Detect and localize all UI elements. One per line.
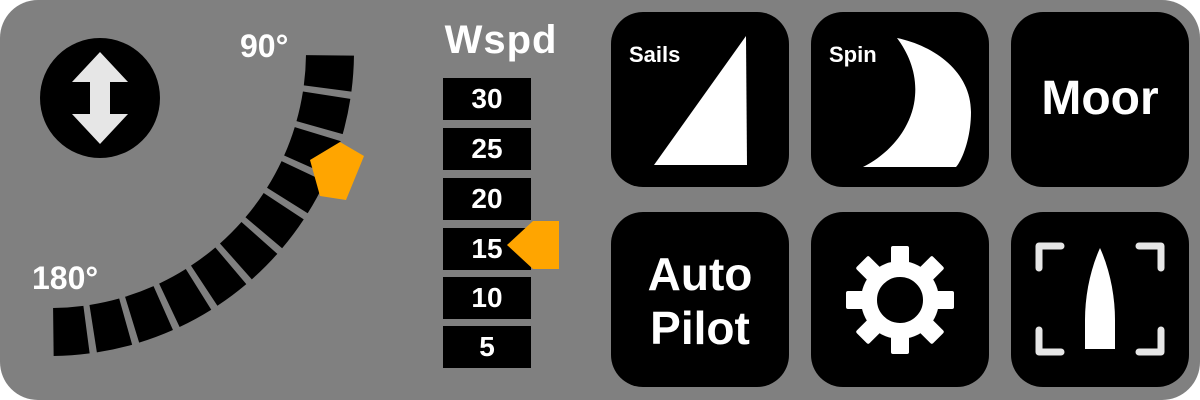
wind-speed-row-25: 25 bbox=[443, 128, 531, 170]
gear-icon bbox=[846, 246, 954, 354]
autopilot-button[interactable]: Auto Pilot bbox=[611, 212, 789, 387]
arc-segment bbox=[53, 305, 90, 356]
arc-segment bbox=[89, 298, 133, 353]
spin-button[interactable]: Spin bbox=[811, 12, 989, 187]
sails-button[interactable]: Sails bbox=[611, 12, 789, 187]
moor-button[interactable]: Moor bbox=[1011, 12, 1189, 187]
wind-speed-title: Wspd bbox=[444, 18, 558, 62]
wind-speed-row-20: 20 bbox=[443, 178, 531, 220]
arc-segments bbox=[53, 55, 354, 356]
wind-speed-row-5: 5 bbox=[443, 326, 531, 368]
wind-speed-row-10: 10 bbox=[443, 277, 531, 319]
wind-speed-pointer bbox=[507, 221, 559, 269]
arc-segment bbox=[303, 55, 354, 92]
autopilot-label-line2: Pilot bbox=[650, 302, 750, 354]
boat-focus-icon bbox=[1035, 242, 1165, 356]
boat-view-button[interactable] bbox=[1011, 212, 1189, 387]
arc-segment bbox=[296, 91, 351, 135]
moor-label: Moor bbox=[1041, 72, 1159, 125]
triangle-sail-icon bbox=[654, 36, 747, 165]
wind-speed-row-30: 30 bbox=[443, 78, 531, 120]
control-panel: 90° 180° Wspd 30 25 20 15 10 5 Sails Spi… bbox=[0, 0, 1200, 400]
autopilot-label-line1: Auto bbox=[647, 248, 753, 300]
spinnaker-icon bbox=[863, 38, 971, 167]
settings-button[interactable] bbox=[811, 212, 989, 387]
